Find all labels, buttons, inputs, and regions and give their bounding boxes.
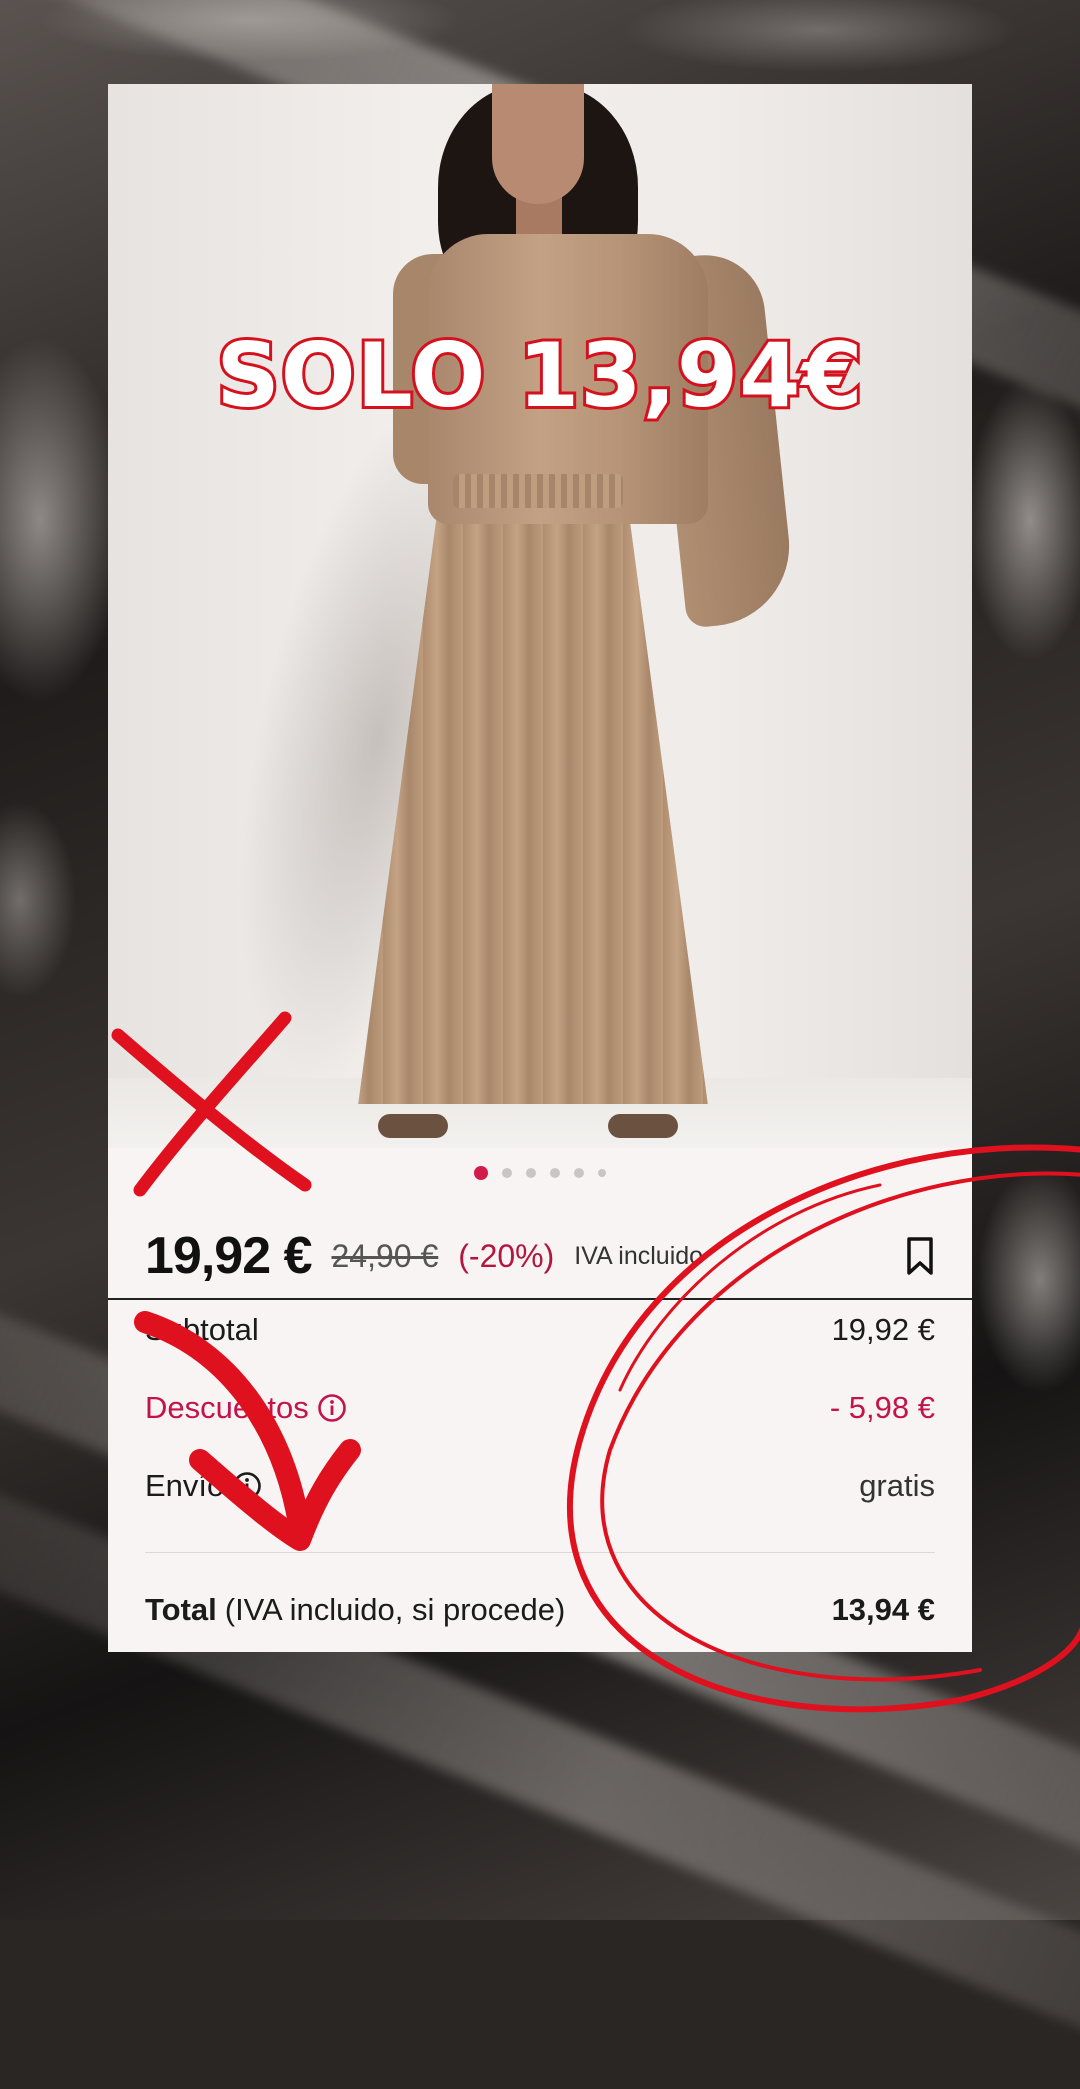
total-note: (IVA incluido, si procede) xyxy=(224,1592,566,1627)
carousel-dot[interactable] xyxy=(550,1168,560,1178)
divider xyxy=(145,1552,935,1553)
vat-note: IVA incluido xyxy=(574,1241,704,1270)
discounts-value: - 5,98 € xyxy=(829,1390,935,1425)
product-card: SOLO 13,94€ 19,92 € 24,90 € (-20%) IVA i… xyxy=(108,84,972,1652)
subtotal-value: 19,92 € xyxy=(831,1312,935,1347)
subtotal-row: Subtotal 19,92 € xyxy=(145,1312,935,1348)
shipping-row: Envío gratis xyxy=(145,1468,935,1504)
carousel-dot[interactable] xyxy=(598,1169,606,1177)
total-row: Total (IVA incluido, si procede) 13,94 € xyxy=(145,1592,935,1628)
promo-headline: SOLO 13,94€ xyxy=(213,321,865,430)
product-image[interactable]: SOLO 13,94€ xyxy=(108,84,972,1148)
price-row: 19,92 € 24,90 € (-20%) IVA incluido xyxy=(145,1224,935,1288)
shipping-label-group: Envío xyxy=(145,1468,262,1504)
original-price: 24,90 € xyxy=(331,1237,439,1274)
current-price: 19,92 € xyxy=(145,1227,312,1285)
divider xyxy=(108,1298,972,1300)
carousel-dot[interactable] xyxy=(526,1168,536,1178)
total-label-group: Total (IVA incluido, si procede) xyxy=(145,1592,565,1628)
carousel-dot[interactable] xyxy=(474,1166,488,1180)
info-icon[interactable] xyxy=(317,1393,347,1423)
discounts-row: Descuentos - 5,98 € xyxy=(145,1390,935,1426)
carousel-dot[interactable] xyxy=(574,1168,584,1178)
carousel-dot[interactable] xyxy=(502,1168,512,1178)
image-carousel-indicator[interactable] xyxy=(108,1166,972,1180)
shipping-label: Envío xyxy=(145,1468,225,1503)
discount-percentage: (-20%) xyxy=(458,1237,555,1274)
total-value: 13,94 € xyxy=(831,1592,935,1627)
bookmark-icon[interactable] xyxy=(905,1236,935,1276)
info-icon[interactable] xyxy=(232,1471,262,1501)
shipping-value: gratis xyxy=(859,1468,935,1503)
total-label: Total xyxy=(145,1592,217,1627)
discounts-label: Descuentos xyxy=(145,1390,309,1425)
discounts-label-group: Descuentos xyxy=(145,1390,347,1426)
subtotal-label: Subtotal xyxy=(145,1312,259,1347)
